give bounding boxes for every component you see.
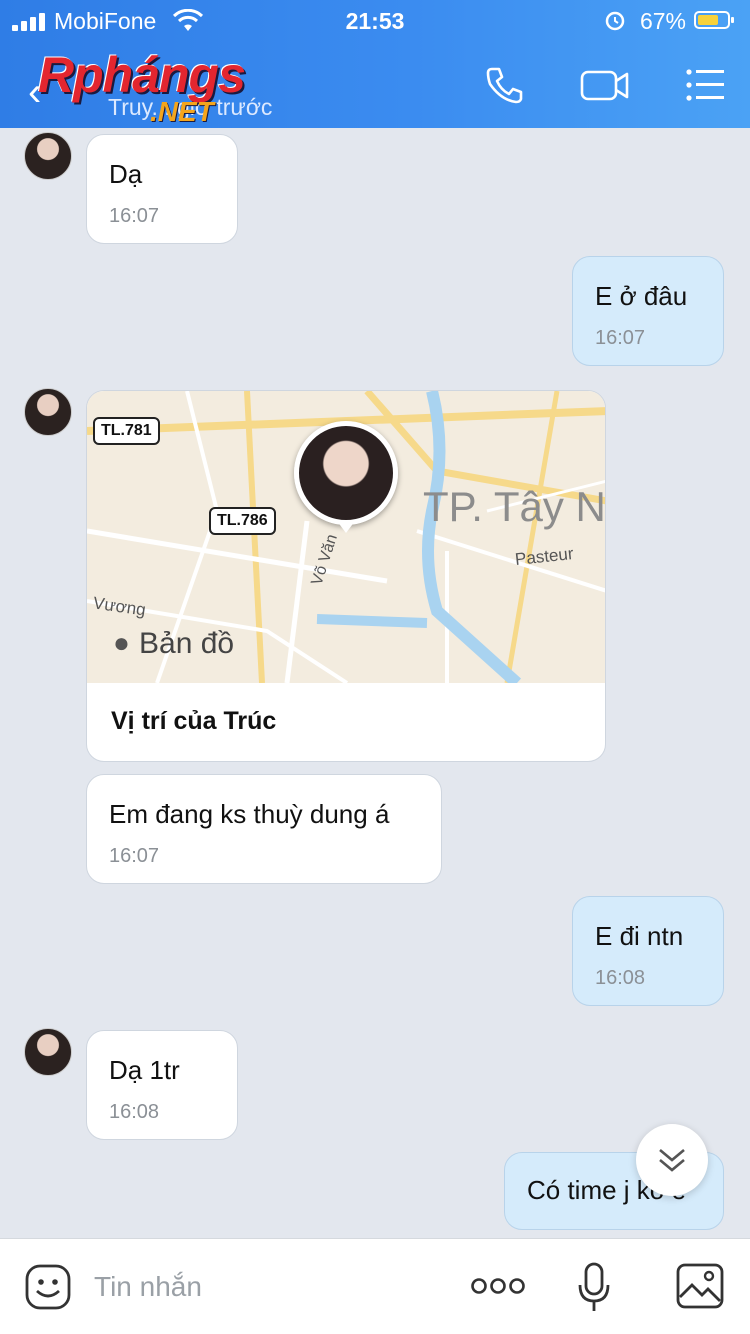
message-time: 16:07 (109, 205, 160, 227)
apple-logo-icon: ● (113, 627, 130, 658)
message-time: 16:07 (595, 327, 646, 349)
status-bar: MobiFone 21:53 67% (0, 0, 750, 40)
more-icon[interactable] (470, 1275, 526, 1297)
location-card[interactable]: TL.781 TL.786 TP. Tây Ninh Pasteur Võ Vă… (86, 390, 606, 762)
message-bubble-outgoing[interactable]: E đi ntn 16:08 (572, 896, 724, 1006)
map-preview[interactable]: TL.781 TL.786 TP. Tây Ninh Pasteur Võ Vă… (87, 391, 606, 683)
road-badge: TL.781 (93, 417, 160, 445)
message-bubble-incoming[interactable]: Dạ 16:07 (86, 134, 238, 244)
message-input-bar: Tin nhắn (0, 1238, 750, 1334)
location-caption: Vị trí của Trúc (111, 707, 277, 735)
avatar[interactable] (24, 1028, 72, 1076)
emoji-icon[interactable] (24, 1263, 72, 1311)
message-time: 16:08 (595, 967, 646, 989)
map-city-label: TP. Tây Ninh (423, 483, 606, 530)
scroll-to-bottom-button[interactable] (636, 1124, 708, 1196)
road-badge: TL.786 (209, 507, 276, 535)
chevron-double-down-icon (659, 1149, 685, 1172)
message-text: Dạ (109, 159, 143, 189)
message-text: E ở đâu (595, 281, 688, 311)
message-text: Dạ 1tr (109, 1055, 180, 1085)
battery-icon (694, 11, 734, 29)
menu-icon[interactable] (684, 64, 726, 106)
message-text: Em đang ks thuỳ dung á (109, 799, 390, 829)
clock: 21:53 (345, 8, 405, 34)
phone-icon[interactable] (484, 64, 526, 106)
avatar[interactable] (24, 132, 72, 180)
map-attribution: Bản đồ (139, 627, 235, 660)
watermark-logo-net: .NET (150, 96, 214, 127)
avatar[interactable] (24, 388, 72, 436)
location-pin-avatar (294, 421, 398, 525)
mic-icon[interactable] (576, 1261, 612, 1313)
message-bubble-incoming[interactable]: Dạ 1tr 16:08 (86, 1030, 238, 1140)
chat-header: MobiFone 21:53 67% ‹ Truy... giờ trước R… (0, 0, 750, 128)
video-icon[interactable] (580, 64, 630, 106)
message-time: 16:07 (109, 845, 160, 867)
battery-percent: 67% (639, 8, 686, 34)
message-bubble-incoming[interactable]: Em đang ks thuỳ dung á 16:07 (86, 774, 442, 884)
message-time: 16:08 (109, 1101, 160, 1123)
alarm-icon (605, 11, 625, 31)
message-input[interactable]: Tin nhắn (94, 1271, 202, 1303)
message-text: E đi ntn (595, 921, 684, 951)
location-pin-tail (337, 521, 355, 533)
message-bubble-outgoing[interactable]: E ở đâu 16:07 (572, 256, 724, 366)
image-icon[interactable] (676, 1263, 724, 1309)
